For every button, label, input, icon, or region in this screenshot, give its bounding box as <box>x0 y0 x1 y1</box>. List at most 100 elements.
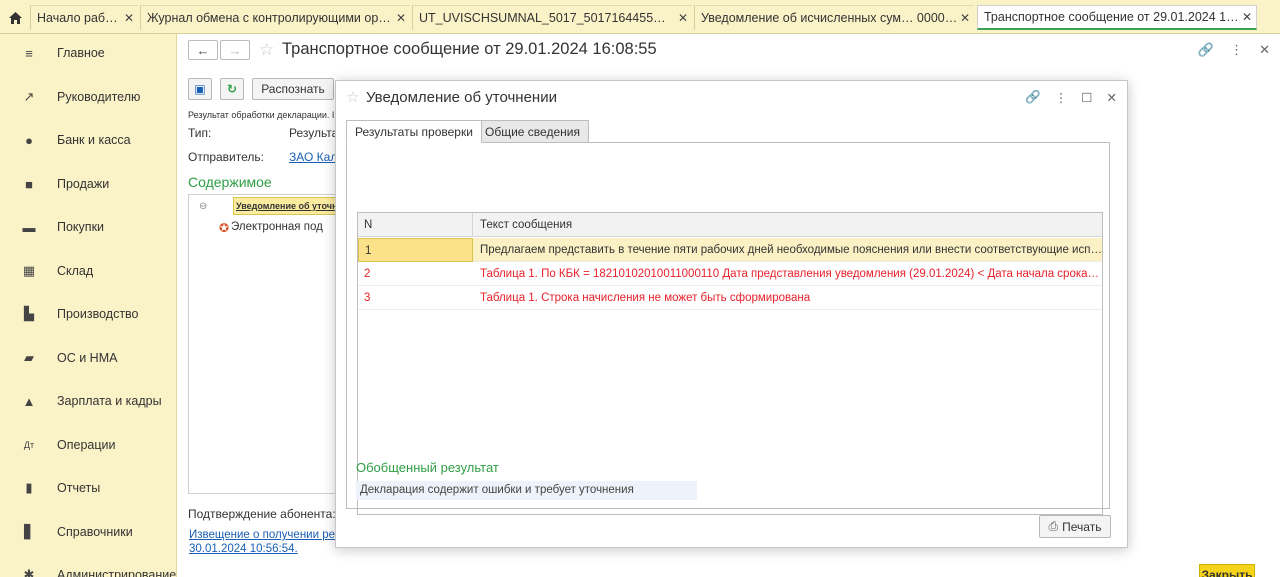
trend-icon: ↗ <box>23 89 35 104</box>
star-icon[interactable]: ☆ <box>259 40 274 60</box>
close-icon[interactable]: ✕ <box>1107 90 1117 105</box>
sidebar-item-label: Справочники <box>57 525 133 539</box>
close-icon[interactable]: ✕ <box>394 11 408 25</box>
truck-icon: ▰ <box>24 350 34 365</box>
row-text: Предлагаем представить в течение пяти ра… <box>480 244 1102 256</box>
close-icon[interactable]: ✕ <box>958 11 972 25</box>
sidebar-item-director[interactable]: ↗ Руководителю <box>0 82 177 112</box>
row-number: 2 <box>364 268 371 280</box>
sidebar-item-label: ОС и НМА <box>57 351 118 365</box>
sidebar-item-reports[interactable]: ▮ Отчеты <box>0 473 177 503</box>
arrow-right-icon: → <box>228 42 242 58</box>
sidebar-item-production[interactable]: ▙ Производство <box>0 299 177 329</box>
close-icon[interactable]: ✕ <box>122 11 136 25</box>
sidebar-item-label: Администрирование <box>57 568 177 577</box>
certificate-icon: ✪ <box>219 221 230 235</box>
column-header-n[interactable]: N <box>358 213 473 237</box>
sender-link[interactable]: ЗАО Кал <box>289 150 337 164</box>
bar-chart-icon: ▮ <box>25 480 33 495</box>
dialog-controls: 🔗 ⋮ ☐ ✕ <box>1025 90 1117 105</box>
sidebar-item-assets[interactable]: ▰ ОС и НМА <box>0 343 177 373</box>
close-button[interactable]: Закрыть <box>1199 564 1255 577</box>
confirm-link[interactable]: Извещение о получении рез 30.01.2024 10:… <box>189 528 340 556</box>
tab-label: Начало работы <box>37 11 122 25</box>
tab-file[interactable]: UT_UVISCHSUMNAL_5017_5017164455… ✕ <box>412 5 692 30</box>
home-icon <box>8 11 22 24</box>
tab-transport-message[interactable]: Транспортное сообщение от 29.01.2024 16:… <box>977 5 1257 30</box>
sidebar-item-label: Главное <box>57 46 105 60</box>
tree-item[interactable]: Электронная под <box>231 221 323 233</box>
dialog-title: Уведомление об уточнении <box>366 89 557 106</box>
save-button[interactable]: ▣ <box>188 78 212 100</box>
confirm-link-line1[interactable]: Извещение о получении рез <box>189 528 340 542</box>
sidebar-item-label: Банк и касса <box>57 133 131 147</box>
tab-check-results[interactable]: Результаты проверки <box>346 120 482 143</box>
book-icon: ▋ <box>24 524 34 539</box>
refresh-icon: ↻ <box>226 82 238 96</box>
window-controls: 🔗 ⋮ ✕ <box>1198 42 1270 58</box>
factory-icon: ▙ <box>24 306 34 321</box>
recognize-button[interactable]: Распознать <box>252 78 334 100</box>
table-row[interactable]: 2 Таблица 1. По КБК = 182101020100110001… <box>358 262 1102 286</box>
collapse-icon[interactable]: ⊖ <box>199 201 207 212</box>
contents-title: Содержимое <box>188 174 272 190</box>
home-button[interactable] <box>0 5 30 30</box>
link-icon[interactable]: 🔗 <box>1025 90 1041 105</box>
sidebar-item-salary[interactable]: ▲ Зарплата и кадры <box>0 386 177 416</box>
cart-icon: ▬ <box>22 219 36 235</box>
contents-tree: ⊖ Уведомление об уточнени ✪ Электронная … <box>188 194 343 494</box>
table-row[interactable]: 3 Таблица 1. Строка начисления не может … <box>358 286 1102 310</box>
tab-start[interactable]: Начало работы ✕ <box>30 5 138 30</box>
sidebar-item-bank[interactable]: ● Банк и касса <box>0 125 177 155</box>
confirm-label: Подтверждение абонента: <box>188 507 336 521</box>
sidebar-item-admin[interactable]: ✱ Администрирование <box>0 560 177 577</box>
person-icon: ▲ <box>22 393 36 409</box>
print-button[interactable]: ⎙ Печать <box>1039 515 1111 538</box>
bag-icon: ■ <box>25 176 33 192</box>
tab-label: Транспортное сообщение от 29.01.2024 16:… <box>984 10 1240 24</box>
sidebar-item-label: Склад <box>57 264 94 278</box>
more-icon[interactable]: ⋮ <box>1230 42 1243 58</box>
sidebar-item-label: Отчеты <box>57 481 101 495</box>
tab-notification[interactable]: Уведомление об исчисленных сум… 0000-000… <box>694 5 974 30</box>
column-header-text[interactable]: Текст сообщения <box>474 213 1102 237</box>
sidebar-item-operations[interactable]: Дт Операции <box>0 430 177 460</box>
arrow-left-icon: ← <box>196 42 210 58</box>
menu-icon: ≡ <box>25 45 33 61</box>
tab-bar: Начало работы ✕ Журнал обмена с контроли… <box>0 0 1280 34</box>
result-title: Обобщенный результат <box>356 460 499 475</box>
tab-general-info[interactable]: Общие сведения <box>476 120 589 143</box>
refresh-button[interactable]: ↻ <box>220 78 244 100</box>
tab-exchange-journal[interactable]: Журнал обмена с контролирующими органами… <box>140 5 410 30</box>
table-row[interactable]: 1 Предлагаем представить в течение пяти … <box>358 238 1102 262</box>
row-text: Таблица 1. Строка начисления не может бы… <box>480 292 811 304</box>
sidebar-item-main[interactable]: ≡ Главное <box>0 38 177 68</box>
forward-button[interactable]: → <box>220 40 250 60</box>
sidebar-item-references[interactable]: ▋ Справочники <box>0 517 177 547</box>
close-icon[interactable]: ✕ <box>1259 42 1270 58</box>
more-icon[interactable]: ⋮ <box>1055 90 1068 105</box>
sidebar-item-warehouse[interactable]: ▦ Склад <box>0 256 177 286</box>
confirm-link-line2[interactable]: 30.01.2024 10:56:54. <box>189 542 340 556</box>
sidebar-item-label: Производство <box>57 307 139 321</box>
maximize-icon[interactable]: ☐ <box>1081 90 1092 105</box>
back-button[interactable]: ← <box>188 40 218 60</box>
star-icon[interactable]: ☆ <box>346 88 359 106</box>
sidebar-item-purchases[interactable]: ▬ Покупки <box>0 212 177 242</box>
row-number: 1 <box>358 238 473 262</box>
warehouse-icon: ▦ <box>22 263 36 278</box>
print-label: Печать <box>1062 519 1102 534</box>
sidebar-item-label: Руководителю <box>57 90 141 104</box>
tab-label: Журнал обмена с контролирующими органами <box>147 11 394 25</box>
tree-item-selected[interactable]: Уведомление об уточнени <box>233 197 343 215</box>
close-icon[interactable]: ✕ <box>676 11 690 25</box>
processing-note: Результат обработки декларации. I <box>188 110 335 120</box>
tab-label: Уведомление об исчисленных сум… 0000-000… <box>701 11 958 25</box>
notification-dialog: ☆ Уведомление об уточнении 🔗 ⋮ ☐ ✕ Резул… <box>335 80 1128 548</box>
coin-icon: ● <box>25 132 33 148</box>
close-icon[interactable]: ✕ <box>1240 10 1254 24</box>
sidebar-item-sales[interactable]: ■ Продажи <box>0 169 177 199</box>
link-icon[interactable]: 🔗 <box>1198 42 1214 58</box>
operations-icon: Дт <box>23 440 35 450</box>
save-icon: ▣ <box>194 82 206 96</box>
